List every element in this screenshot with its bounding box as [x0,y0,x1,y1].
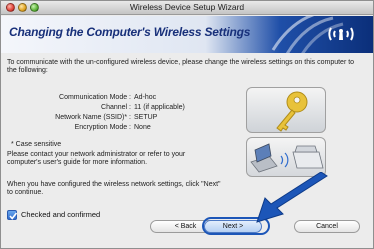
setting-value: Ad-hoc [134,94,157,101]
settings-list: Communication Mode : Ad-hoc Channel : 11… [41,94,241,134]
setting-value: 11 (if applicable) [134,104,185,111]
case-sensitive-note: * Case sensitive [11,141,62,148]
setting-label: Network Name (SSID)* : [55,114,131,121]
setting-row: Network Name (SSID)* : SETUP [41,114,241,124]
setting-label: Communication Mode : [59,94,131,101]
confirm-checkbox[interactable] [7,210,18,220]
key-icon [276,91,308,132]
intro-text: To communicate with the un-configured wi… [7,59,355,75]
title-bar: Wireless Device Setup Wizard [1,1,373,15]
setting-value: SETUP [134,114,158,121]
pointer-arrow-icon [256,172,328,223]
checkmark-icon [9,212,18,220]
continue-instructions: When you have configured the wireless ne… [7,181,221,197]
confirm-checkbox-label: Checked and confirmed [21,210,101,219]
wizard-window: Wireless Device Setup Wizard Changing th… [0,0,374,249]
setting-label: Channel : [101,104,131,111]
setting-row: Communication Mode : Ad-hoc [41,94,241,104]
wireless-signal-icon [271,16,354,53]
key-illustration [246,87,326,133]
setting-value: None [134,124,151,131]
devices-illustration [246,137,326,177]
wizard-header: Changing the Computer's Wireless Setting… [1,16,373,53]
contact-text: Please contact your network administrato… [7,151,186,167]
window-title: Wireless Device Setup Wizard [129,2,245,12]
page-title: Changing the Computer's Wireless Setting… [9,25,251,39]
setting-row: Channel : 11 (if applicable) [41,104,241,114]
setting-label: Encryption Mode : [74,124,131,131]
setting-row: Encryption Mode : None [41,124,241,134]
wizard-content: To communicate with the un-configured wi… [1,54,373,248]
